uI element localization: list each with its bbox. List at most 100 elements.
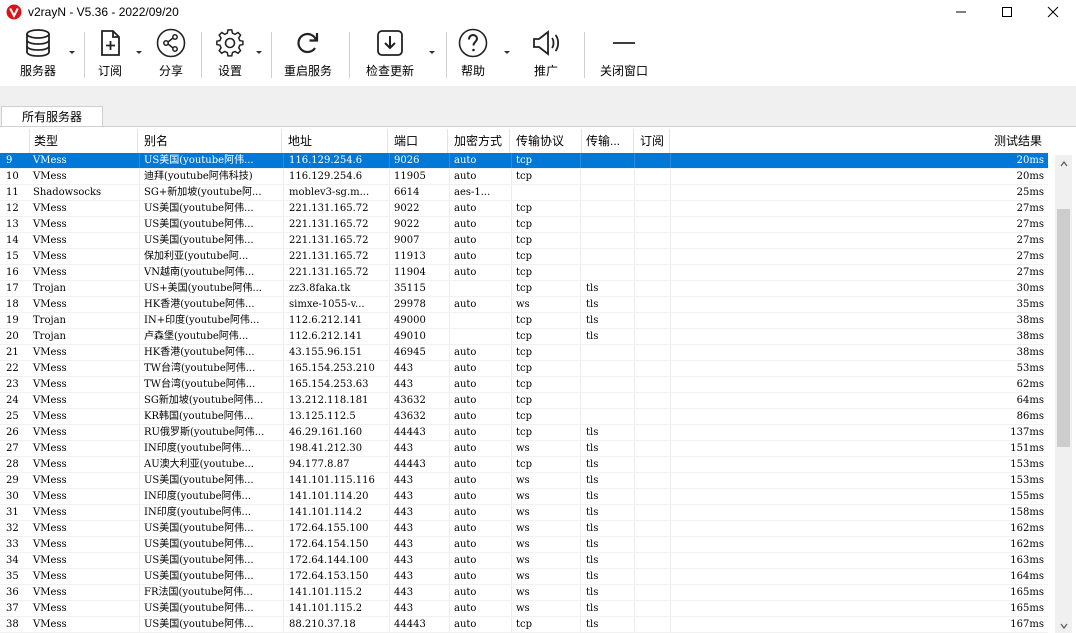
tls-cell: tls [586, 315, 599, 326]
close-window-toolbar-button[interactable]: 关闭窗口 [596, 28, 652, 82]
column-header[interactable]: 传输协议 [512, 129, 582, 153]
grid-line [511, 409, 512, 425]
table-row[interactable]: 19 Trojan IN+印度(youtube阿伟... 112.6.212.141 4… [0, 313, 1048, 329]
column-header[interactable]: 别名 [140, 129, 282, 153]
network-cell: ws [516, 475, 530, 486]
alias-cell: SG新加坡(youtube阿伟... [144, 395, 264, 406]
help-dropdown-icon[interactable] [503, 50, 511, 56]
scroll-up-button[interactable] [1055, 155, 1072, 172]
table-row[interactable]: 20 Trojan 卢森堡(youtube阿伟... 112.6.212.141 490… [0, 329, 1048, 345]
grid-line [511, 617, 512, 633]
grid-line [449, 553, 450, 569]
port-cell: 35115 [394, 283, 426, 294]
table-row[interactable]: 16 VMess VN越南(youtube阿伟... 221.131.165.72 11… [0, 265, 1048, 281]
settings-dropdown-icon[interactable] [255, 50, 263, 56]
port-cell: 43632 [394, 395, 426, 406]
grid-line [511, 505, 512, 521]
table-row[interactable]: 15 VMess 保加利亚(youtube阿... 221.131.165.72 119… [0, 249, 1048, 265]
table-row[interactable]: 24 VMess SG新加坡(youtube阿伟... 13.212.118.181 4… [0, 393, 1048, 409]
grid-line [139, 169, 140, 185]
type-cell: Trojan [33, 331, 66, 342]
network-cell: ws [516, 299, 530, 310]
table-row[interactable]: 22 VMess TW台湾(youtube阿伟... 165.154.253.210 4… [0, 361, 1048, 377]
table-row[interactable]: 30 VMess IN印度(youtube阿伟... 141.101.114.20 44… [0, 489, 1048, 505]
alias-cell: AU澳大利亚(youtube... [144, 459, 254, 470]
table-row[interactable]: 18 VMess HK香港(youtube阿伟... simxe-1055-v... 2… [0, 297, 1048, 313]
help-button[interactable]: 帮助 [457, 28, 489, 82]
type-cell: VMess [33, 443, 67, 454]
column-header[interactable]: 端口 [390, 129, 448, 153]
table-row[interactable]: 35 VMess US美国(youtube阿伟... 172.64.153.150 44… [0, 569, 1048, 585]
type-cell: VMess [33, 155, 67, 166]
table-row[interactable]: 21 VMess HK香港(youtube阿伟... 43.155.96.151 469… [0, 345, 1048, 361]
tls-cell [583, 169, 633, 185]
restart-service-label: 重启服务 [283, 64, 332, 78]
network-cell: ws [516, 491, 530, 502]
column-header[interactable]: 测试结果 [670, 129, 1048, 153]
table-row[interactable]: 29 VMess US美国(youtube阿伟... 141.101.115.116 4… [0, 473, 1048, 489]
maximize-button[interactable] [984, 0, 1030, 24]
table-row[interactable]: 32 VMess US美国(youtube阿伟... 172.64.155.100 44… [0, 521, 1048, 537]
table-row[interactable]: 9 VMess US美国(youtube阿伟... 116.129.254.6 9026… [0, 153, 1048, 169]
grid-line [139, 521, 140, 537]
column-header[interactable]: 加密方式 [450, 129, 510, 153]
port-cell: 443 [394, 379, 414, 390]
tls-cell: tls [586, 459, 599, 470]
alias-cell: 保加利亚(youtube阿... [144, 251, 249, 262]
port-cell: 443 [394, 507, 414, 518]
column-header[interactable]: 类型 [30, 129, 138, 153]
subscription-cell [634, 297, 670, 313]
check-update-button[interactable]: 检查更新 [364, 28, 416, 82]
table-row[interactable]: 17 Trojan US+美国(youtube阿伟... zz3.8faka.tk 35… [0, 281, 1048, 297]
table-row[interactable]: 31 VMess IN印度(youtube阿伟... 141.101.114.2 443… [0, 505, 1048, 521]
toolbar-separator [584, 32, 585, 78]
test-result-cell: 137ms [1010, 427, 1044, 438]
table-row[interactable]: 10 VMess 迪拜(youtube阿伟科技) 116.129.254.6 11905… [0, 169, 1048, 185]
table-row[interactable]: 14 VMess US美国(youtube阿伟... 221.131.165.72 90… [0, 233, 1048, 249]
port-cell: 443 [394, 491, 414, 502]
table-row[interactable]: 23 VMess TW台湾(youtube阿伟... 165.154.253.63 44… [0, 377, 1048, 393]
table-row[interactable]: 27 VMess IN印度(youtube阿伟... 198.41.212.30 443… [0, 441, 1048, 457]
vertical-scrollbar[interactable] [1055, 155, 1072, 633]
test-result-cell: 27ms [1016, 235, 1044, 246]
subscribe-button[interactable]: 订阅 [94, 28, 126, 82]
row-index: 32 [6, 523, 19, 534]
subscribe-dropdown-icon[interactable] [135, 50, 143, 56]
column-header-index[interactable] [0, 129, 30, 153]
encryption-cell: auto [454, 235, 477, 246]
restart-service-button[interactable]: 重启服务 [282, 28, 334, 82]
table-row[interactable]: 36 VMess FR法国(youtube阿伟... 141.101.115.2 443… [0, 585, 1048, 601]
address-cell: 141.101.115.116 [289, 475, 375, 486]
address-cell: 221.131.165.72 [289, 235, 369, 246]
table-row[interactable]: 26 VMess RU俄罗斯(youtube阿伟... 46.29.161.160 44… [0, 425, 1048, 441]
table-row[interactable]: 34 VMess US美国(youtube阿伟... 172.64.144.100 44… [0, 553, 1048, 569]
column-header[interactable]: 订阅 [636, 129, 670, 153]
table-row[interactable]: 28 VMess AU澳大利亚(youtube... 94.177.8.87 44443… [0, 457, 1048, 473]
table-row[interactable]: 25 VMess KR韩国(youtube阿伟... 13.125.112.5 4363… [0, 409, 1048, 425]
table-row[interactable]: 38 VMess US美国(youtube阿伟... 88.210.37.18 4444… [0, 617, 1048, 633]
port-cell: 11905 [394, 171, 426, 182]
grid-line [449, 489, 450, 505]
tab-all-servers[interactable]: 所有服务器 [1, 106, 103, 126]
table-row[interactable]: 12 VMess US美国(youtube阿伟... 221.131.165.72 90… [0, 201, 1048, 217]
subscription-cell [634, 313, 670, 329]
table-row[interactable]: 37 VMess US美国(youtube阿伟... 141.101.115.2 443… [0, 601, 1048, 617]
close-window-button[interactable] [1030, 0, 1076, 24]
promote-button[interactable]: 推广 [529, 28, 563, 82]
minimize-button[interactable] [938, 0, 984, 24]
settings-button[interactable]: 设置 [213, 28, 247, 82]
share-button[interactable]: 分享 [154, 28, 188, 82]
subscription-cell [634, 201, 670, 217]
grid-line [449, 249, 450, 265]
tls-cell [583, 217, 633, 233]
scroll-down-button[interactable] [1055, 617, 1072, 633]
table-row[interactable]: 13 VMess US美国(youtube阿伟... 221.131.165.72 90… [0, 217, 1048, 233]
servers-dropdown-icon[interactable] [68, 50, 76, 56]
table-row[interactable]: 11 Shadowsocks SG+新加坡(youtube阿... moblev3-s… [0, 185, 1048, 201]
column-header[interactable]: 地址 [284, 129, 388, 153]
check-update-dropdown-icon[interactable] [428, 50, 436, 56]
column-header[interactable]: 传输... [582, 129, 634, 153]
table-row[interactable]: 33 VMess US美国(youtube阿伟... 172.64.154.150 44… [0, 537, 1048, 553]
servers-button[interactable]: 服务器 [16, 28, 60, 82]
scrollbar-thumb[interactable] [1057, 209, 1070, 447]
